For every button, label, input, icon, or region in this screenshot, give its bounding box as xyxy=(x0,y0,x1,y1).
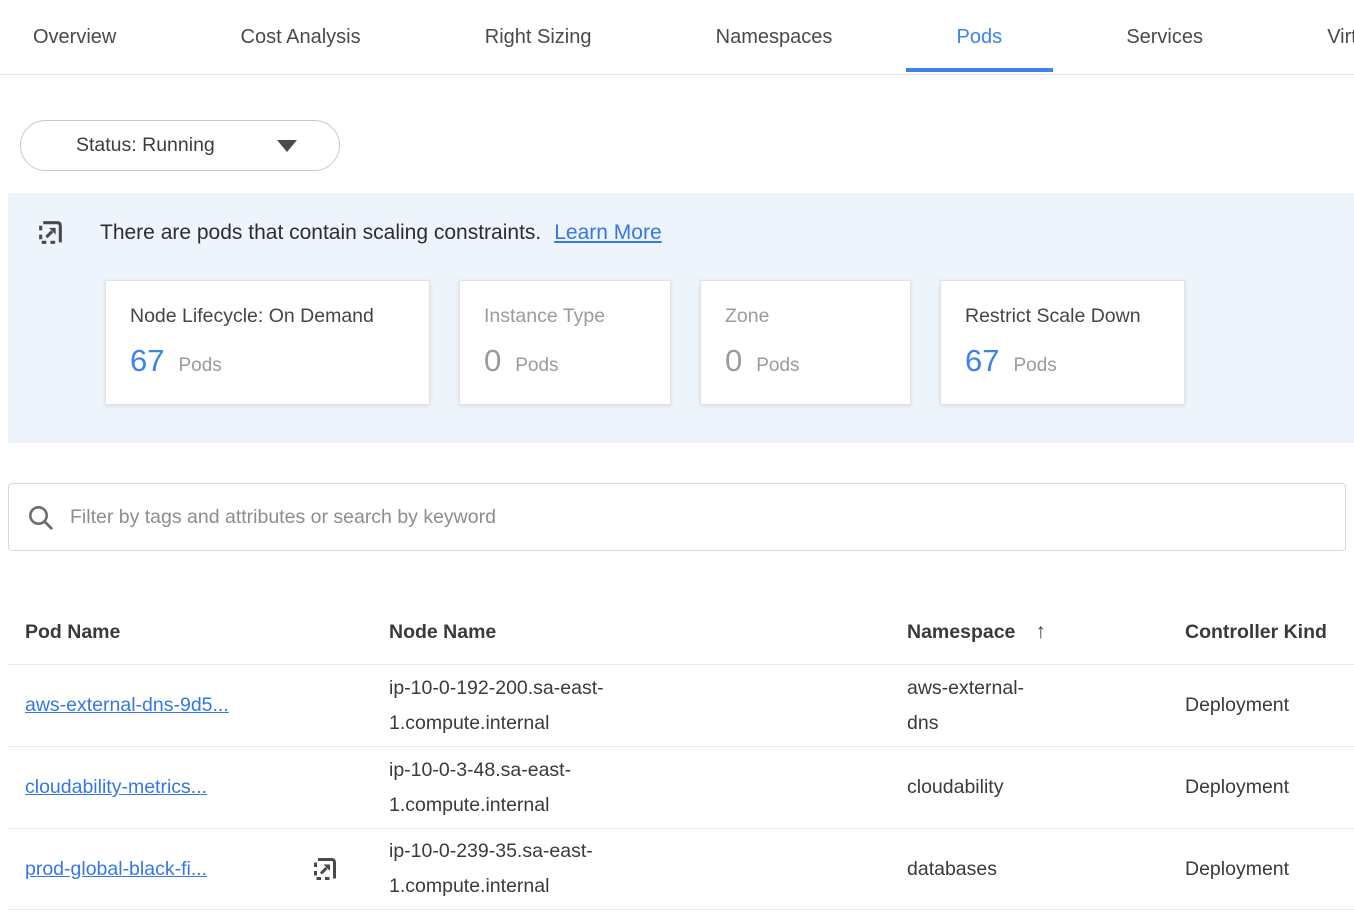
card-value: 67 xyxy=(965,343,999,379)
table-header: Pod Name Node Name Namespace ↑ Controlle… xyxy=(8,600,1354,664)
tab-namespaces[interactable]: Namespaces xyxy=(716,0,833,75)
card-unit: Pods xyxy=(515,355,558,377)
namespace-cell: aws-external-dns xyxy=(907,671,1042,741)
chevron-down-icon xyxy=(277,140,297,152)
namespace-cell: cloudability xyxy=(907,770,1042,805)
card-zone[interactable]: Zone 0 Pods xyxy=(700,280,911,405)
pod-name-link[interactable]: prod-global-black-fi... xyxy=(25,852,207,887)
card-title: Zone xyxy=(725,305,886,328)
node-name-cell: ip-10-0-239-35.sa-east-1.compute.interna… xyxy=(389,834,661,904)
card-title: Instance Type xyxy=(484,305,646,328)
column-header-label: Namespace xyxy=(907,621,1015,644)
card-instance-type[interactable]: Instance Type 0 Pods xyxy=(459,280,671,405)
namespace-cell: databases xyxy=(907,852,1042,887)
tab-cost-analysis[interactable]: Cost Analysis xyxy=(241,0,361,75)
card-value: 67 xyxy=(130,343,164,379)
tab-services[interactable]: Services xyxy=(1126,0,1203,75)
card-unit: Pods xyxy=(178,355,221,377)
card-title: Restrict Scale Down xyxy=(965,305,1160,328)
pods-table: Pod Name Node Name Namespace ↑ Controlle… xyxy=(8,600,1354,910)
controller-kind-cell: Deployment xyxy=(1185,852,1354,887)
node-name-cell: ip-10-0-192-200.sa-east-1.compute.intern… xyxy=(389,671,661,741)
sort-ascending-icon[interactable]: ↑ xyxy=(1035,620,1046,644)
search-input[interactable] xyxy=(70,506,1327,529)
column-header-node-name[interactable]: Node Name xyxy=(389,621,907,644)
column-header-pod-name[interactable]: Pod Name xyxy=(25,621,389,644)
pod-name-link[interactable]: aws-external-dns-9d5... xyxy=(25,688,229,723)
controller-kind-cell: Deployment xyxy=(1185,770,1354,805)
card-value: 0 xyxy=(725,343,742,379)
filter-search-box xyxy=(8,483,1346,551)
learn-more-link[interactable]: Learn More xyxy=(554,221,661,245)
card-unit: Pods xyxy=(756,355,799,377)
node-name-cell: ip-10-0-3-48.sa-east-1.compute.internal xyxy=(389,753,661,823)
pod-name-link[interactable]: cloudability-metrics... xyxy=(25,770,207,805)
table-row: cloudability-metrics... ip-10-0-3-48.sa-… xyxy=(8,746,1354,828)
column-header-namespace[interactable]: Namespace ↑ xyxy=(907,620,1185,644)
column-header-controller-kind[interactable]: Controller Kind xyxy=(1185,621,1354,644)
card-node-lifecycle[interactable]: Node Lifecycle: On Demand 67 Pods xyxy=(105,280,430,405)
tab-bar: Overview Cost Analysis Right Sizing Name… xyxy=(0,0,1354,75)
tab-pods[interactable]: Pods xyxy=(957,0,1003,75)
tab-virtual[interactable]: Virtu xyxy=(1327,0,1354,75)
scaling-constraints-banner: There are pods that contain scaling cons… xyxy=(8,193,1354,443)
card-restrict-scale-down[interactable]: Restrict Scale Down 67 Pods xyxy=(940,280,1185,405)
status-filter-dropdown[interactable]: Status: Running xyxy=(20,120,340,171)
constraint-cards: Node Lifecycle: On Demand 67 Pods Instan… xyxy=(105,280,1354,405)
tab-overview[interactable]: Overview xyxy=(33,0,116,75)
controller-kind-cell: Deployment xyxy=(1185,688,1354,723)
tab-right-sizing[interactable]: Right Sizing xyxy=(485,0,592,75)
card-unit: Pods xyxy=(1013,355,1056,377)
table-row: prod-global-black-fi... ip-10-0-239-35.s… xyxy=(8,828,1354,910)
banner-message: There are pods that contain scaling cons… xyxy=(100,221,541,245)
scale-out-icon xyxy=(310,854,340,884)
status-filter-label: Status: Running xyxy=(76,134,215,157)
scale-out-icon xyxy=(35,217,66,248)
card-value: 0 xyxy=(484,343,501,379)
table-row: aws-external-dns-9d5... ip-10-0-192-200.… xyxy=(8,664,1354,746)
search-icon xyxy=(27,504,54,531)
card-title: Node Lifecycle: On Demand xyxy=(130,305,405,328)
